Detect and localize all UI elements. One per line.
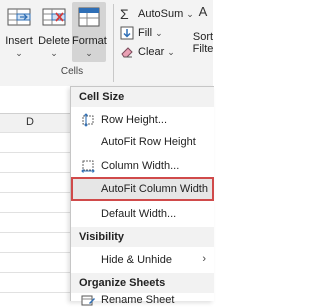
section-header-organize-sheets: Organize Sheets bbox=[71, 273, 214, 293]
section-header-label: Organize Sheets bbox=[79, 277, 166, 289]
chevron-down-icon: ⌄ bbox=[167, 46, 175, 57]
ribbon: Insert ⌄ Delete ⌄ Format ⌄ Cells Σ AutoS… bbox=[0, 0, 213, 86]
clear-button[interactable]: Clear ⌄ bbox=[120, 44, 175, 60]
section-header-label: Cell Size bbox=[79, 91, 125, 103]
menu-item-autofit-column-width[interactable]: AutoFit Column Width bbox=[71, 177, 214, 201]
cell-grid[interactable] bbox=[0, 132, 70, 300]
delete-button[interactable]: Delete ⌄ bbox=[37, 2, 71, 62]
sort-label: Sort bbox=[192, 31, 214, 43]
menu-item-default-width[interactable]: Default Width... bbox=[71, 203, 214, 225]
menu-item-autofit-row-height[interactable]: AutoFit Row Height bbox=[71, 131, 214, 153]
format-cells-icon bbox=[78, 7, 100, 27]
fill-button[interactable]: Fill ⌄ bbox=[120, 25, 163, 41]
column-header-d[interactable]: D bbox=[0, 113, 70, 133]
section-header-cell-size: Cell Size bbox=[71, 87, 214, 107]
menu-item-label: Hide & Unhide bbox=[101, 254, 172, 266]
column-width-icon bbox=[81, 160, 95, 173]
eraser-icon bbox=[121, 47, 133, 58]
menu-item-hide-unhide[interactable]: Hide & Unhide › bbox=[71, 249, 214, 271]
insert-button[interactable]: Insert ⌄ bbox=[2, 2, 36, 62]
sort-filter-button[interactable]: A Sort Filte bbox=[188, 2, 218, 55]
chevron-right-icon: › bbox=[202, 253, 206, 265]
clear-label: Clear bbox=[138, 46, 165, 58]
section-header-visibility: Visibility bbox=[71, 227, 214, 247]
chevron-down-icon: ⌄ bbox=[50, 48, 58, 58]
chevron-down-icon: ⌄ bbox=[85, 48, 93, 58]
chevron-down-icon: ⌄ bbox=[155, 27, 163, 38]
cells-group-label: Cells bbox=[60, 66, 84, 77]
insert-cells-icon bbox=[7, 8, 31, 26]
delete-label: Delete bbox=[38, 35, 70, 47]
autosum-button[interactable]: Σ AutoSum ⌄ bbox=[120, 6, 194, 22]
rename-sheet-icon bbox=[81, 295, 95, 306]
fill-label: Fill bbox=[138, 27, 153, 39]
sort-az-icon: A bbox=[198, 4, 208, 19]
format-dropdown-menu: Cell Size Row Height... AutoFit Row Heig… bbox=[70, 86, 214, 306]
delete-cells-icon bbox=[42, 8, 66, 26]
group-divider bbox=[113, 4, 114, 82]
column-header-label: D bbox=[26, 116, 34, 128]
section-header-label: Visibility bbox=[79, 231, 125, 243]
menu-item-label: Column Width... bbox=[101, 160, 180, 172]
format-button[interactable]: Format ⌄ bbox=[72, 2, 107, 62]
filter-label: Filte bbox=[192, 43, 214, 55]
menu-item-label: Row Height... bbox=[101, 114, 168, 126]
menu-item-label: Default Width... bbox=[101, 208, 177, 220]
menu-item-label: Rename Sheet bbox=[101, 294, 175, 306]
menu-item-row-height[interactable]: Row Height... bbox=[71, 109, 214, 131]
row-height-icon bbox=[82, 113, 94, 127]
sigma-icon: Σ bbox=[120, 6, 129, 22]
format-label: Format bbox=[72, 35, 107, 47]
menu-item-label: AutoFit Row Height bbox=[101, 136, 196, 148]
menu-item-column-width[interactable]: Column Width... bbox=[71, 155, 214, 177]
fill-down-icon bbox=[120, 26, 134, 40]
menu-item-label: AutoFit Column Width bbox=[101, 183, 208, 195]
autosum-label: AutoSum bbox=[138, 8, 184, 20]
insert-label: Insert bbox=[5, 35, 33, 47]
chevron-down-icon: ⌄ bbox=[15, 48, 23, 58]
